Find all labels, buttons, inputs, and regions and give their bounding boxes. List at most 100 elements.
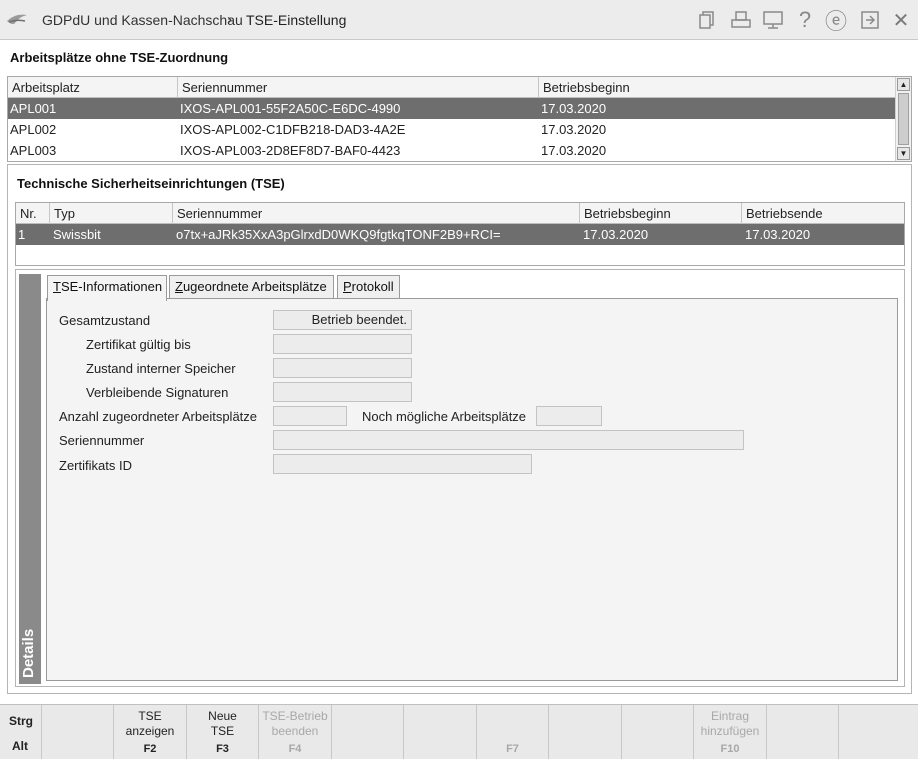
cell-type: Swissbit	[53, 227, 101, 242]
cell-start: 17.03.2020	[541, 143, 607, 158]
cell-workstation: APL002	[10, 122, 57, 137]
e-icon[interactable]: ⓔ	[824, 8, 848, 34]
tab-mnemonic: T	[53, 279, 61, 294]
table-row[interactable]: 1 Swissbit o7tx+aJRk35XxA3pGlrxdD0WKQ9fg…	[16, 224, 904, 245]
tab-label: SE-Informationen	[60, 279, 163, 294]
page-title: TSE-Einstellung	[246, 12, 347, 28]
column-header-start[interactable]: Betriebsbeginn	[580, 203, 742, 224]
tse-section-title: Technische Sicherheitseinrichtungen (TSE…	[17, 176, 285, 191]
column-header-serial[interactable]: Seriennummer	[173, 203, 580, 224]
documents-icon[interactable]	[695, 8, 719, 32]
remaining-signatures-label: Verbleibende Signaturen	[86, 385, 229, 400]
tab-content	[46, 298, 898, 681]
tab-label: rotokoll	[351, 279, 394, 294]
breadcrumb-parent[interactable]: GDPdU und Kassen-Nachschau	[42, 12, 243, 28]
tab-tse-info[interactable]: TSE-Informationen	[47, 275, 167, 301]
export-icon[interactable]	[858, 8, 882, 32]
scroll-up-button[interactable]: ▲	[897, 78, 910, 91]
cell-serial: o7tx+aJRk35XxA3pGlrxdD0WKQ9fgtkqTONF2B9+…	[176, 227, 501, 242]
printer-icon[interactable]	[729, 8, 753, 32]
cert-valid-label: Zertifikat gültig bis	[86, 337, 191, 352]
column-header-workstation[interactable]: Arbeitsplatz	[8, 77, 178, 98]
assigned-count-label: Anzahl zugeordneter Arbeitsplätze	[59, 409, 258, 424]
possible-count-label: Noch mögliche Arbeitsplätze	[362, 409, 527, 424]
modifier-strg[interactable]: Strg	[9, 714, 33, 728]
cell-start: 17.03.2020	[583, 227, 649, 242]
tab-assigned-workstations[interactable]: Zugeordnete Arbeitsplätze	[169, 275, 334, 299]
modifier-keys: Strg Alt	[0, 705, 42, 759]
monitor-icon[interactable]	[761, 8, 785, 32]
tab-mnemonic: P	[343, 279, 352, 294]
details-strip-label: Details	[20, 629, 37, 678]
column-header-start[interactable]: Betriebsbeginn	[539, 77, 895, 98]
fkey-key: F2	[143, 743, 157, 755]
cert-id-label: Zertifikats ID	[59, 458, 132, 473]
workstations-table-header: Arbeitsplatz Seriennummer Betriebsbeginn	[8, 77, 895, 98]
cell-serial: IXOS-APL003-2D8EF8D7-BAF0-4423	[180, 143, 401, 158]
fkey-label-line1: TSE-Betrieb	[262, 709, 328, 723]
column-header-end[interactable]: Betriebsende	[742, 203, 904, 224]
fkey-key: F4	[288, 743, 302, 755]
tab-label: ugeordnete Arbeitsplätze	[182, 279, 327, 294]
cell-end: 17.03.2020	[745, 227, 811, 242]
cell-start: 17.03.2020	[541, 101, 607, 116]
close-icon[interactable]: ✕	[889, 8, 913, 32]
cert-id-field	[273, 454, 532, 474]
scroll-down-button[interactable]: ▼	[897, 147, 910, 160]
fkey-1	[42, 705, 114, 759]
tse-table-header: Nr. Typ Seriennummer Betriebsbeginn Betr…	[16, 203, 904, 224]
workstations-scrollbar[interactable]: ▲ ▼	[895, 77, 911, 161]
function-key-bar: Strg Alt TSE anzeigen F2 Neue TSE F3 TSE-B…	[0, 704, 918, 759]
workstations-table: Arbeitsplatz Seriennummer Betriebsbeginn…	[7, 76, 912, 162]
memory-state-field	[273, 358, 412, 378]
serial-field	[273, 430, 744, 450]
add-entry-button[interactable]: Eintrag hinzufügen F10	[694, 705, 767, 759]
table-row[interactable]: APL002 IXOS-APL002-C1DFB218-DAD3-4A2E 17…	[8, 119, 895, 140]
serial-label: Seriennummer	[59, 433, 145, 448]
fkey-key: F3	[216, 743, 229, 755]
fkey-6	[404, 705, 477, 759]
fkey-label-line2: anzeigen	[125, 724, 175, 738]
assigned-count-field	[273, 406, 347, 426]
title-bar: GDPdU und Kassen-Nachschau › TSE-Einstel…	[0, 0, 918, 40]
fkey-11	[767, 705, 839, 759]
tab-protocol[interactable]: Protokoll	[337, 275, 400, 299]
fkey-label-line1: Eintrag	[710, 709, 750, 723]
end-tse-operation-button[interactable]: TSE-Betrieb beenden F4	[259, 705, 332, 759]
cell-nr: 1	[18, 227, 26, 242]
app-logo-icon[interactable]	[5, 9, 29, 29]
table-row[interactable]: APL001 IXOS-APL001-55F2A50C-E6DC-4990 17…	[8, 98, 895, 119]
tab-mnemonic: Z	[175, 279, 183, 294]
fkey-label-line2: hinzufügen	[700, 724, 760, 738]
cell-serial: IXOS-APL002-C1DFB218-DAD3-4A2E	[180, 122, 406, 137]
fkey-8	[549, 705, 622, 759]
overall-state-label: Gesamtzustand	[59, 313, 151, 328]
fkey-label-line2: TSE	[210, 724, 235, 738]
show-tse-button[interactable]: TSE anzeigen F2	[114, 705, 187, 759]
cert-valid-field	[273, 334, 412, 354]
fkey-5	[332, 705, 404, 759]
breadcrumb-separator: ›	[227, 11, 232, 28]
cell-serial: IXOS-APL001-55F2A50C-E6DC-4990	[180, 101, 401, 116]
cell-start: 17.03.2020	[541, 122, 607, 137]
tse-table: Nr. Typ Seriennummer Betriebsbeginn Betr…	[15, 202, 905, 266]
fkey-label-line1: Neue	[208, 709, 237, 723]
fkey-key: F7	[506, 743, 519, 755]
possible-count-field	[536, 406, 602, 426]
fkey-f7: F7	[477, 705, 549, 759]
new-tse-button[interactable]: Neue TSE F3	[187, 705, 259, 759]
fkey-9	[622, 705, 694, 759]
remaining-signatures-field	[273, 382, 412, 402]
fkey-key: F10	[720, 743, 740, 755]
cell-workstation: APL001	[10, 101, 57, 116]
scroll-thumb[interactable]	[898, 93, 909, 145]
table-row[interactable]: APL003 IXOS-APL003-2D8EF8D7-BAF0-4423 17…	[8, 140, 895, 161]
column-header-type[interactable]: Typ	[50, 203, 173, 224]
cell-workstation: APL003	[10, 143, 57, 158]
column-header-serial[interactable]: Seriennummer	[178, 77, 539, 98]
column-header-nr[interactable]: Nr.	[16, 203, 50, 224]
overall-state-field: Betrieb beendet.	[273, 310, 412, 330]
help-icon[interactable]: ?	[793, 7, 817, 32]
modifier-alt[interactable]: Alt	[12, 739, 28, 753]
details-strip[interactable]	[19, 274, 41, 684]
